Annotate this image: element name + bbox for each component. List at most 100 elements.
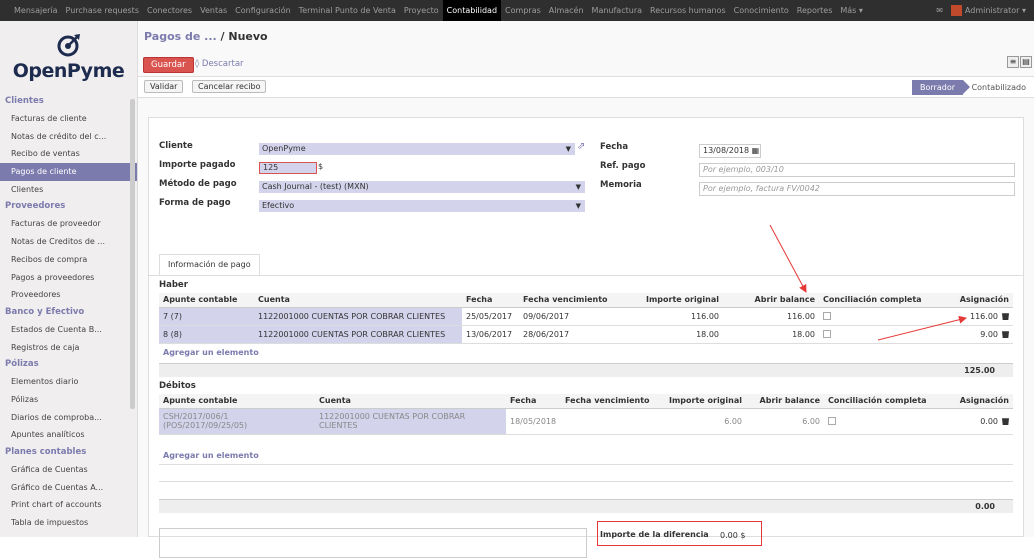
column-header[interactable]: Fecha vencimiento [519, 293, 627, 308]
reconcile-checkbox[interactable] [823, 330, 831, 338]
column-header[interactable]: Fecha [506, 394, 561, 409]
column-header[interactable]: Fecha [462, 293, 519, 308]
topnav-item[interactable]: Terminal Punto de Venta [295, 0, 400, 21]
reconcile-checkbox[interactable] [828, 417, 836, 425]
discard-label: Descartar [201, 59, 244, 69]
sidebar-item[interactable]: Gráfico de Cuentas A... [0, 479, 137, 497]
table-row[interactable]: 8 (8) 1122001000 CUENTAS POR COBRAR CLIEN… [159, 325, 1013, 344]
column-header[interactable]: Conciliación completa [824, 394, 937, 409]
reconcile-checkbox[interactable] [823, 312, 831, 320]
form-view-icon[interactable]: ▤ [1020, 56, 1032, 68]
sidebar-item[interactable]: Tabla de impuestos [0, 514, 137, 532]
topnav-item[interactable]: Recursos humanos [646, 0, 730, 21]
difference-box: Importe de la diferencia 0.00 $ [597, 521, 762, 546]
forma-field[interactable]: Efectivo ▼ [259, 200, 585, 212]
view-switcher: ≡ ▤ [1007, 56, 1032, 68]
mail-icon[interactable]: ✉ [936, 6, 943, 15]
sidebar-item[interactable]: Recibo de ventas [0, 145, 137, 163]
haber-add-line[interactable]: Agregar un elemento [163, 348, 259, 357]
sidebar-item[interactable]: Elementos diario [0, 373, 137, 391]
sidebar-item[interactable]: Pagos a proveedores [0, 269, 137, 287]
topnav-item[interactable]: Configuración [231, 0, 295, 21]
topnav-item[interactable]: Proyecto [400, 0, 443, 21]
sidebar-item[interactable]: Apuntes analíticos [0, 426, 137, 444]
topnav-item[interactable]: Más ▾ [836, 0, 867, 21]
topnav-item[interactable]: Conocimiento [730, 0, 793, 21]
sidebar-item[interactable]: Pólizas [0, 391, 137, 409]
fecha-field[interactable]: 13/08/2018 ▦ [699, 144, 761, 158]
haber-table: Apunte contable Cuenta Fecha Fecha vencimie… [159, 293, 1013, 344]
column-header[interactable]: Cuenta [254, 293, 462, 308]
external-link-icon[interactable]: ⇗ [577, 141, 585, 152]
breadcrumb-current: / Nuevo [220, 30, 268, 43]
sidebar-item[interactable]: Proveedores [0, 286, 137, 304]
sidebar-item[interactable]: Print chart of accounts [0, 496, 137, 514]
trash-icon[interactable] [1002, 313, 1009, 320]
cell-asignacion[interactable]: 9.00 [940, 325, 1013, 344]
column-header[interactable]: Apunte contable [159, 394, 315, 409]
cell-apunte: CSH/2017/006/1 (POS/2017/09/25/05) [159, 408, 315, 435]
calendar-icon[interactable]: ▦ [752, 146, 760, 155]
user-menu[interactable]: Administrator ▾ [950, 5, 1026, 16]
column-header[interactable]: Asignación [937, 394, 1013, 409]
trash-icon[interactable] [1002, 418, 1009, 425]
sidebar-item[interactable]: Clientes [0, 181, 137, 199]
debitos-add-line[interactable]: Agregar un elemento [163, 451, 259, 460]
column-header[interactable]: Cuenta [315, 394, 506, 409]
column-header[interactable]: Abrir balance [723, 293, 819, 308]
column-header[interactable]: Apunte contable [159, 293, 254, 308]
sidebar-item[interactable]: Gráfica de Cuentas [0, 461, 137, 479]
cell-asignacion[interactable]: 0.00 [937, 408, 1013, 435]
chevron-down-icon: ▼ [565, 145, 571, 153]
sidebar-scrollbar[interactable] [130, 99, 135, 409]
column-header[interactable]: Conciliación completa [819, 293, 940, 308]
column-header[interactable]: Fecha vencimiento [561, 394, 660, 409]
sidebar-item[interactable]: Facturas de proveedor [0, 215, 137, 233]
topnav-item[interactable]: Manufactura [588, 0, 646, 21]
importe-label: Importe pagado [159, 160, 236, 170]
trash-icon[interactable] [1002, 331, 1009, 338]
validate-button[interactable]: Validar [144, 80, 184, 93]
column-header[interactable]: Asignación [940, 293, 1013, 308]
topnav-item[interactable]: Mensajería [10, 0, 62, 21]
sidebar-item[interactable]: Estados de Cuenta B... [0, 321, 137, 339]
memoria-field[interactable]: Por ejemplo, factura FV/0042 [699, 182, 1015, 196]
cell-apunte: 7 (7) [159, 307, 254, 326]
topnav-item[interactable]: Conectores [143, 0, 196, 21]
sidebar-item[interactable]: Diarios de comproba... [0, 409, 137, 427]
column-header[interactable]: Abrir balance [746, 394, 824, 409]
table-row[interactable]: 7 (7) 1122001000 CUENTAS POR COBRAR CLIEN… [159, 307, 1013, 326]
topnav-item[interactable]: Purchase requests [62, 0, 143, 21]
cell-reconcile [819, 307, 940, 326]
sidebar-item[interactable]: Notas de crédito del c... [0, 128, 137, 146]
sidebar-item[interactable]: Facturas de cliente [0, 110, 137, 128]
logo: OpenPyme [0, 21, 137, 93]
metodo-field[interactable]: Cash Journal - (test) (MXN) ▼ [259, 181, 585, 193]
topnav-item[interactable]: Ventas [196, 0, 231, 21]
table-row[interactable]: CSH/2017/006/1 (POS/2017/09/25/05) 112200… [159, 408, 1013, 435]
topnav-item[interactable]: Contabilidad [442, 0, 502, 21]
ref-field[interactable]: Por ejemplo, 003/10 [699, 163, 1015, 177]
sidebar-item[interactable]: Registros de caja [0, 339, 137, 357]
column-header[interactable]: Importe original [627, 293, 723, 308]
notes-textarea[interactable] [159, 528, 587, 558]
haber-header-row: Apunte contable Cuenta Fecha Fecha vencimie… [159, 293, 1013, 308]
topnav-item[interactable]: Reportes [793, 0, 837, 21]
importe-field[interactable]: 125 [259, 162, 317, 174]
column-header[interactable]: Importe original [660, 394, 746, 409]
cliente-field[interactable]: OpenPyme ▼ [259, 143, 575, 155]
list-view-icon[interactable]: ≡ [1007, 56, 1019, 68]
topnav-item[interactable]: Compras [501, 0, 545, 21]
sidebar-item[interactable]: Recibos de compra [0, 251, 137, 269]
topnav-item[interactable]: Almacén [545, 0, 588, 21]
sidebar-item[interactable]: Pagos de cliente [0, 163, 137, 181]
sidebar-item[interactable]: Notas de Creditos de ... [0, 233, 137, 251]
cancel-receipt-button[interactable]: Cancelar recibo [192, 80, 267, 93]
breadcrumb-parent[interactable]: Pagos de ... [144, 30, 217, 43]
discard-button[interactable]: ◊ Descartar [195, 59, 244, 69]
save-button[interactable]: Guardar [143, 57, 194, 73]
tab-payment-info[interactable]: Información de pago [159, 254, 260, 276]
cell-asignacion[interactable]: 116.00 [940, 307, 1013, 326]
tab-divider [149, 275, 1023, 276]
cell-venc: 28/06/2017 [519, 325, 627, 344]
